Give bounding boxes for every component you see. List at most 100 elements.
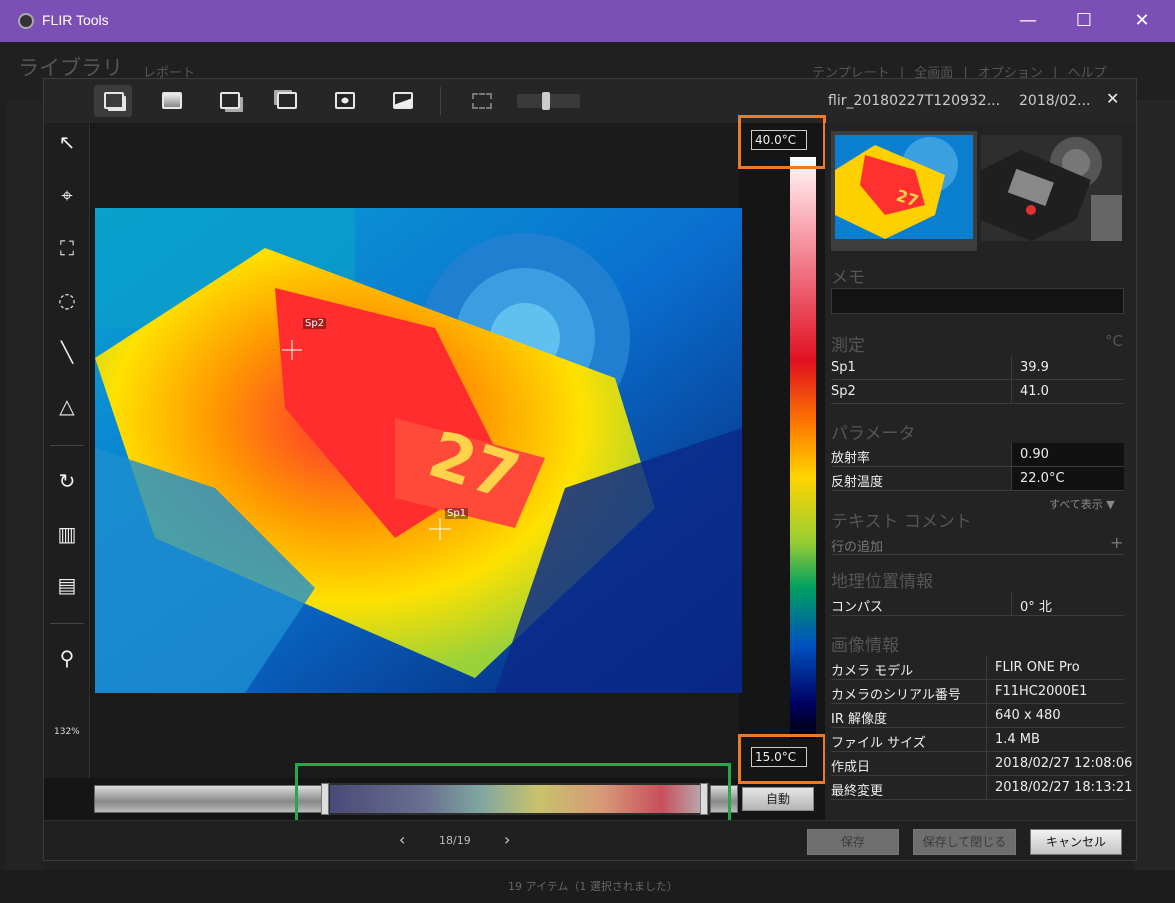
- highlight-scale-min: [738, 734, 826, 784]
- geo-key: コンパス: [831, 600, 884, 615]
- auto-scale-button[interactable]: 自動: [742, 787, 814, 811]
- file-date: 2018/02...: [1019, 93, 1091, 109]
- image-edit-dialog: flir_20180227T120932... 2018/02... ✕ ↖ ⌖…: [43, 78, 1137, 861]
- thumbnail-photo[interactable]: [981, 135, 1122, 241]
- reflected-temp-input[interactable]: 22.0°C: [1011, 467, 1124, 490]
- param-row: 放射率 0.90: [831, 443, 1124, 467]
- select-tool-icon[interactable]: ↖: [52, 127, 82, 157]
- toolbar-divider: [440, 87, 441, 115]
- color-scale-bar: [790, 157, 816, 739]
- circle-tool-icon[interactable]: ◌: [52, 285, 82, 315]
- tool-divider: [50, 445, 84, 446]
- maximize-button[interactable]: ☐: [1070, 8, 1098, 34]
- zoom-slider-thumb[interactable]: [542, 92, 550, 110]
- image-info-value: FLIR ONE Pro: [986, 656, 1124, 679]
- minimize-button[interactable]: —: [1014, 8, 1042, 34]
- close-window-button[interactable]: ✕: [1128, 8, 1156, 34]
- image-info-value: 640 x 480: [986, 704, 1124, 727]
- ir-image-button[interactable]: [152, 85, 190, 117]
- fusion-button[interactable]: [325, 85, 363, 117]
- info-panel: 27 メモ 測定 °C Sp1 39.9 Sp2 41.0 パラメータ 放射率 …: [825, 123, 1136, 820]
- close-dialog-button[interactable]: ✕: [1106, 89, 1119, 108]
- image-info-row: カメラのシリアル番号 F11HC2000E1: [831, 680, 1124, 704]
- thumbnail-ir-selected[interactable]: 27: [831, 131, 977, 251]
- image-info-value: 1.4 MB: [986, 728, 1124, 751]
- palette-icon[interactable]: ▥: [52, 519, 82, 549]
- image-info-row: 作成日 2018/02/27 12:08:06: [831, 752, 1132, 776]
- flir-app-icon: [18, 13, 34, 29]
- single-view-button[interactable]: [94, 85, 132, 117]
- dialog-toolbar: flir_20180227T120932... 2018/02... ✕: [44, 79, 1136, 123]
- memo-input[interactable]: [831, 288, 1124, 314]
- window-title: FLIR Tools: [42, 12, 109, 28]
- spot-label-sp1[interactable]: Sp1: [445, 508, 469, 519]
- fusion-icon: [335, 92, 355, 109]
- picture-in-picture-button[interactable]: [210, 85, 248, 117]
- add-row-label: 行の追加: [831, 540, 884, 555]
- spot-tool-icon[interactable]: ⌖: [52, 180, 82, 210]
- delta-tool-icon[interactable]: △: [52, 391, 82, 421]
- page-indicator: 18/19: [439, 834, 471, 847]
- highlight-scale-max: [738, 115, 826, 169]
- param-key: 反射温度: [831, 475, 884, 490]
- save-button[interactable]: 保存: [807, 829, 899, 855]
- measurement-row: Sp2 41.0: [831, 380, 1124, 404]
- add-row[interactable]: 行の追加 +: [831, 533, 1124, 555]
- thermal-image[interactable]: 27 Sp2 Sp1: [95, 208, 742, 693]
- box-tool-icon[interactable]: ⛶: [52, 233, 82, 263]
- photo-icon: [393, 92, 413, 109]
- library-sidebar: [6, 100, 44, 870]
- image-info-row: カメラ モデル FLIR ONE Pro: [831, 656, 1124, 680]
- measurement-key: Sp2: [831, 384, 856, 399]
- spot-label-sp2[interactable]: Sp2: [303, 318, 327, 329]
- fit-to-window-icon[interactable]: [472, 93, 492, 109]
- measurement-value: 41.0: [1011, 380, 1124, 403]
- memo-heading: メモ: [831, 268, 865, 288]
- title-bar: FLIR Tools — ☐ ✕: [0, 0, 1175, 42]
- rotate-icon[interactable]: ↻: [52, 466, 82, 496]
- measure-heading: 測定: [831, 336, 865, 356]
- image-info-value: 2018/02/27 18:13:21: [986, 776, 1132, 799]
- line-tool-icon[interactable]: ╲: [52, 337, 82, 367]
- image-info-row: ファイル サイズ 1.4 MB: [831, 728, 1124, 752]
- status-text: 19 アイテム（1 選択されました）: [508, 880, 678, 893]
- photo-button[interactable]: [383, 85, 421, 117]
- scale-icon[interactable]: ▤: [52, 570, 82, 600]
- image-info-key: IR 解像度: [831, 712, 887, 727]
- next-image-button[interactable]: ›: [504, 830, 510, 849]
- file-name: flir_20180227T120932...: [828, 93, 1001, 109]
- histogram-left-segment: [94, 785, 327, 813]
- params-heading: パラメータ: [831, 424, 916, 444]
- previous-image-button[interactable]: ‹: [399, 830, 405, 849]
- image-info-key: ファイル サイズ: [831, 736, 926, 751]
- image-info-value: 2018/02/27 12:08:06: [986, 752, 1132, 775]
- measurement-value: 39.9: [1011, 356, 1124, 379]
- image-info-key: カメラのシリアル番号: [831, 688, 961, 703]
- measure-unit: °C: [1105, 332, 1123, 350]
- measurement-key: Sp1: [831, 360, 856, 375]
- ir-thumbnail-image: 27: [835, 135, 973, 239]
- zoom-icon[interactable]: ⚲: [52, 643, 82, 673]
- geo-value: 0° 北: [1011, 592, 1124, 615]
- save-and-close-button[interactable]: 保存して閉じる: [913, 829, 1016, 855]
- image-viewer[interactable]: 27 Sp2 Sp1: [91, 123, 742, 778]
- show-all-link[interactable]: すべて表示 ▼: [1049, 496, 1115, 512]
- image-info-value: F11HC2000E1: [986, 680, 1124, 703]
- ir-image-icon: [162, 92, 182, 109]
- msx-blend-button[interactable]: [267, 85, 305, 117]
- image-info-row: 最終変更 2018/02/27 18:13:21: [831, 776, 1132, 800]
- geo-heading: 地理位置情報: [831, 572, 933, 592]
- single-view-icon: [104, 92, 124, 109]
- param-row: 反射温度 22.0°C: [831, 467, 1124, 491]
- cancel-button[interactable]: キャンセル: [1030, 829, 1122, 855]
- image-info-key: 最終変更: [831, 784, 884, 799]
- geo-row: コンパス 0° 北: [831, 592, 1124, 616]
- image-info-key: 作成日: [831, 760, 871, 775]
- add-icon[interactable]: +: [1110, 533, 1123, 552]
- image-info-heading: 画像情報: [831, 636, 899, 656]
- thermal-image-graphic: 27: [95, 208, 742, 693]
- image-info-row: IR 解像度 640 x 480: [831, 704, 1124, 728]
- measurement-row: Sp1 39.9: [831, 356, 1124, 380]
- measurement-toolbar: ↖ ⌖ ⛶ ◌ ╲ △ ↻ ▥ ▤ ⚲ 132%: [44, 123, 90, 778]
- emissivity-input[interactable]: 0.90: [1011, 443, 1124, 466]
